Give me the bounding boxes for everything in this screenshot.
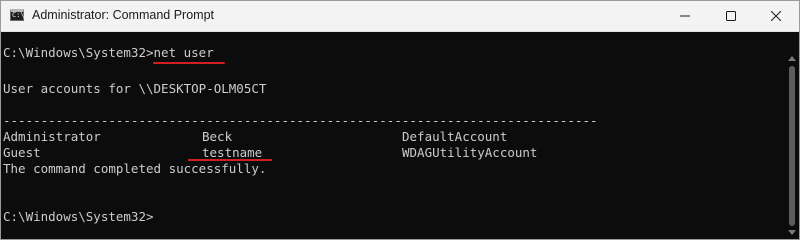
cmd-icon: C:\	[10, 9, 25, 21]
minimize-icon	[680, 15, 690, 17]
account-name: WDAGUtilityAccount	[402, 145, 538, 160]
account-name: Beck	[202, 129, 233, 144]
separator-line: ----------------------------------------…	[3, 113, 598, 128]
account-row: Administrator Beck DefaultAccount	[3, 129, 783, 145]
account-name: Guest	[3, 145, 41, 160]
maximize-button[interactable]	[708, 1, 754, 31]
annotation-underline-command	[153, 62, 225, 64]
close-button[interactable]	[753, 1, 799, 31]
minimize-button[interactable]	[662, 1, 708, 31]
prompt-command-line: C:\Windows\System32>net user	[3, 45, 214, 60]
title-bar[interactable]: C:\ Administrator: Command Prompt	[1, 1, 799, 32]
scroll-thumb[interactable]	[789, 66, 795, 226]
console-output[interactable]: C:\Windows\System32>net user User accoun…	[3, 45, 783, 235]
cmd-icon-glyph: C:\	[12, 11, 25, 19]
command-prompt-window: C:\ Administrator: Command Prompt C:\Win…	[0, 0, 800, 240]
status-message: The command completed successfully.	[3, 161, 267, 176]
accounts-header: User accounts for \\DESKTOP-OLM05CT	[3, 81, 267, 96]
account-row: Guest testname WDAGUtilityAccount	[3, 145, 783, 161]
close-icon	[771, 11, 781, 21]
vertical-scrollbar[interactable]	[785, 32, 799, 239]
account-name: Administrator	[3, 129, 101, 144]
scroll-up-arrow-icon[interactable]	[788, 56, 796, 61]
maximize-icon	[726, 11, 736, 21]
window-title: Administrator: Command Prompt	[32, 8, 215, 22]
final-prompt: C:\Windows\System32>	[3, 209, 154, 224]
account-name: DefaultAccount	[402, 129, 508, 144]
scroll-down-arrow-icon[interactable]	[788, 230, 796, 235]
